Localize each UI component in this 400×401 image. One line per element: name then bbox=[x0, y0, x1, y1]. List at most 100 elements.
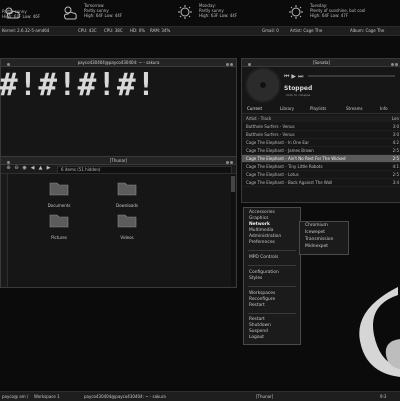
folder-label: Downloads bbox=[116, 203, 138, 208]
zoom-in-icon[interactable]: ⊕ bbox=[6, 166, 11, 171]
playlist-row[interactable]: Butthole Surfers - Venus 3:0 bbox=[242, 123, 400, 131]
tab-playlists[interactable]: Playlists bbox=[310, 105, 326, 113]
playback-controls: ⏮▶⏭ bbox=[284, 73, 305, 81]
seek-bar[interactable] bbox=[308, 75, 395, 77]
track-length: 3:0 bbox=[392, 132, 399, 137]
weather-bar: Partly sunny High: 61F Low: 46F Tomorrow… bbox=[0, 0, 400, 26]
menu-item-mpd-controls[interactable]: MPD Controls bbox=[249, 255, 278, 261]
cpu-temp-status: CPU: 43C bbox=[78, 28, 97, 33]
scrollbar-thumb[interactable] bbox=[231, 176, 235, 192]
menu-item-styles[interactable]: Styles bbox=[249, 276, 262, 282]
terminal-titlebar[interactable]: payco430404@payco430404: ~ - sakura bbox=[1, 59, 236, 67]
folder-videos[interactable]: Videos bbox=[105, 213, 149, 253]
track-title: Cage The Elephant - Ain't No Rest For Th… bbox=[246, 156, 346, 161]
sunny-icon bbox=[178, 5, 192, 19]
thunar-toolbar: ⊕ ⊖ ◉ ◀ ▲ ▶ 6 items (51 hidden) bbox=[1, 165, 236, 174]
album-status: Album: Cage The bbox=[350, 28, 385, 33]
weather-temps: High: 63F Low: 44F bbox=[199, 13, 238, 18]
thunar-sidepane[interactable] bbox=[1, 174, 8, 287]
window-menu-icon[interactable] bbox=[3, 61, 15, 66]
partly-sunny-icon bbox=[63, 6, 77, 20]
tab-current[interactable]: Current bbox=[247, 105, 262, 113]
column-header-length[interactable]: Len bbox=[392, 115, 399, 122]
playlist-row-selected[interactable]: Cage The Elephant - Ain't No Rest For Th… bbox=[242, 155, 400, 163]
location-bar[interactable]: 6 items (51 hidden) bbox=[57, 166, 232, 174]
playlist-row[interactable]: Cage The Elephant - James Brown 2:5 bbox=[242, 147, 400, 155]
sonata-titlebar[interactable]: [Sonata] bbox=[242, 59, 400, 67]
gmail-status: Gmail: 0 bbox=[262, 28, 279, 33]
submenu-item-midnexpet[interactable]: Midnexpet bbox=[305, 244, 328, 250]
root-menu[interactable]: Accessories Graphics Network Multimedia … bbox=[243, 207, 301, 345]
track-title: Butthole Surfers - Venus bbox=[246, 124, 295, 129]
next-icon[interactable]: ⏭ bbox=[298, 73, 305, 80]
window-buttons[interactable] bbox=[389, 61, 400, 66]
thunar-title: [Thunar] bbox=[109, 158, 128, 163]
window-buttons[interactable] bbox=[224, 159, 236, 164]
track-title: Cage The Elephant - Tiny Little Robots bbox=[246, 164, 323, 169]
playlist-row[interactable]: Cage The Elephant - Lotus 2:5 bbox=[242, 171, 400, 179]
weather-temps: High: 64F Low: 44F bbox=[84, 13, 123, 18]
track-length: 3:4 bbox=[392, 180, 399, 185]
collapse-hint[interactable]: Click to collapse bbox=[286, 93, 310, 97]
menu-item-restart-openbox[interactable]: Restart bbox=[249, 303, 265, 309]
ram-status: RAM: 34% bbox=[150, 28, 171, 33]
playlist-row[interactable]: Cage The Elephant - In One Ear 4:2 bbox=[242, 139, 400, 147]
playlist-row[interactable]: Butthole Surfers - Venus 3:0 bbox=[242, 131, 400, 139]
folder-icon bbox=[49, 214, 69, 228]
track-length: 4:2 bbox=[392, 140, 399, 145]
track-length: 2:5 bbox=[392, 148, 399, 153]
album-cover[interactable] bbox=[247, 69, 279, 101]
submenu-item-icewepet[interactable]: Icewepet bbox=[305, 230, 325, 236]
track-title: Cage The Elephant - James Brown bbox=[246, 148, 314, 153]
scrollbar[interactable] bbox=[231, 174, 235, 286]
menu-separator bbox=[248, 286, 296, 287]
sunny-icon bbox=[289, 5, 303, 19]
playlist-row[interactable]: Cage The Elephant - Tiny Little Robots 4:… bbox=[242, 163, 400, 171]
weather-temps: High: 61F Low: 46F bbox=[2, 14, 41, 19]
window-menu-icon[interactable] bbox=[244, 61, 256, 66]
menu-separator bbox=[248, 265, 296, 266]
up-icon[interactable]: ▲ bbox=[38, 166, 43, 171]
terminal-output[interactable]: #!#!#!#! bbox=[0, 69, 156, 101]
track-title: Butthole Surfers - Venus bbox=[246, 132, 295, 137]
playback-status: Stopped bbox=[284, 85, 313, 92]
track-length: 4:1 bbox=[392, 164, 399, 169]
tab-info[interactable]: Info bbox=[380, 105, 388, 113]
status-bar: Kernel: 2.6.32-5-amd64 CPU: 43C CPU: 38C… bbox=[0, 26, 400, 36]
back-icon[interactable]: ◀ bbox=[30, 166, 35, 171]
terminal-title: payco430404@payco430404: ~ - sakura bbox=[77, 60, 160, 65]
tab-streams[interactable]: Streams bbox=[346, 105, 363, 113]
thunar-titlebar[interactable]: [Thunar] bbox=[1, 157, 236, 165]
sonata-title: [Sonata] bbox=[312, 60, 331, 65]
desktop-wallpaper-logo bbox=[359, 287, 400, 377]
column-header-title[interactable]: Artist - Track bbox=[246, 115, 271, 122]
tab-library[interactable]: Library bbox=[280, 105, 294, 113]
track-title: Cage The Elephant - Lotus bbox=[246, 172, 299, 177]
menu-separator bbox=[248, 250, 296, 251]
menu-item-preferences[interactable]: Preferences bbox=[249, 240, 275, 246]
submenu-item-chromium[interactable]: Chromium bbox=[305, 223, 328, 229]
sonata-tabs: Current Library Playlists Streams Info bbox=[242, 105, 400, 114]
thunar-window[interactable]: [Thunar] ⊕ ⊖ ◉ ◀ ▲ ▶ 6 items (51 hidden)… bbox=[0, 156, 237, 288]
menu-item-logout[interactable]: Logout bbox=[249, 335, 264, 341]
folder-label: Pictures bbox=[51, 235, 67, 240]
track-length: 2:5 bbox=[392, 156, 399, 161]
window-buttons[interactable] bbox=[224, 61, 236, 66]
zoom-out-icon[interactable]: ⊖ bbox=[14, 166, 19, 171]
folder-pictures[interactable]: Pictures bbox=[37, 213, 81, 253]
terminal-window[interactable]: payco430404@payco430404: ~ - sakura #!#!… bbox=[0, 58, 237, 157]
network-submenu[interactable]: Chromium Icewepet Transmission Midnexpet bbox=[299, 221, 349, 255]
kernel-status: Kernel: 2.6.32-5-amd64 bbox=[2, 28, 50, 33]
submenu-item-transmission[interactable]: Transmission bbox=[305, 237, 333, 243]
playlist-row[interactable]: Cage The Elephant - Back Against The Wal… bbox=[242, 179, 400, 187]
playlist-header[interactable]: Artist - Track Len bbox=[242, 115, 400, 122]
track-title: Cage The Elephant - In One Ear bbox=[246, 140, 309, 145]
folder-icon bbox=[117, 214, 137, 228]
sonata-window[interactable]: [Sonata] ⏮▶⏭ Stopped Click to collapse C… bbox=[241, 58, 400, 203]
folder-icon bbox=[49, 182, 69, 196]
window-menu-icon[interactable] bbox=[3, 159, 15, 164]
weather-temps: High: 64F Low: 47F bbox=[310, 13, 349, 18]
folder-label: Documents bbox=[47, 203, 71, 208]
forward-icon[interactable]: ▶ bbox=[46, 166, 51, 171]
zoom-reset-icon[interactable]: ◉ bbox=[22, 166, 27, 171]
